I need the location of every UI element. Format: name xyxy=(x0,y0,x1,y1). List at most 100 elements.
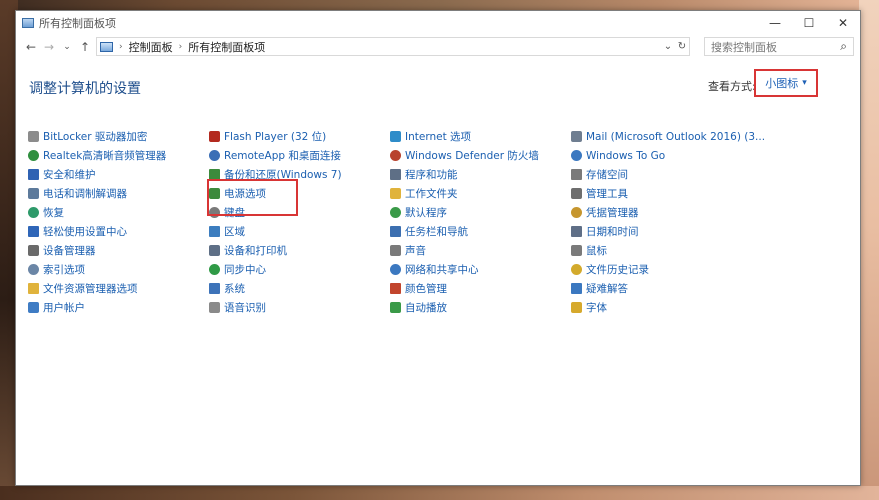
mouse-icon xyxy=(571,245,582,256)
control-panel-item[interactable]: 电话和调制解调器 xyxy=(28,184,208,203)
control-panel-item[interactable]: 程序和功能 xyxy=(390,165,570,184)
control-panel-item[interactable]: 设备和打印机 xyxy=(209,241,389,260)
control-panel-item[interactable]: Flash Player (32 位) xyxy=(209,127,389,146)
control-panel-item[interactable]: 语音识别 xyxy=(209,298,389,317)
control-panel-item[interactable]: 网络和共享中心 xyxy=(390,260,570,279)
user-accounts-icon xyxy=(28,302,39,313)
items-column: BitLocker 驱动器加密 Realtek高清晰音频管理器安全和维护电话和调制… xyxy=(28,127,208,317)
control-panel-item-label: 设备和打印机 xyxy=(224,245,287,257)
device-manager-icon xyxy=(28,245,39,256)
network-icon xyxy=(390,264,401,275)
control-panel-item[interactable]: 日期和时间 xyxy=(571,222,751,241)
programs-icon xyxy=(390,169,401,180)
address-box[interactable]: › 控制面板 › 所有控制面板项 ⌄ ↻ xyxy=(96,37,690,56)
indexing-icon xyxy=(28,264,39,275)
control-panel-item-label: 同步中心 xyxy=(224,264,266,276)
control-panel-item[interactable]: 设备管理器 xyxy=(28,241,208,260)
breadcrumb-separator-icon: › xyxy=(119,41,123,52)
work-folders-icon xyxy=(390,188,401,199)
mail-icon xyxy=(571,131,582,142)
control-panel-item-label: 电话和调制解调器 xyxy=(43,188,127,200)
control-panel-item[interactable]: 凭据管理器 xyxy=(571,203,751,222)
admin-tools-icon xyxy=(571,188,582,199)
control-panel-item[interactable]: 管理工具 xyxy=(571,184,751,203)
printer-icon xyxy=(209,245,220,256)
default-programs-icon xyxy=(390,207,401,218)
view-by-value: 小图标 xyxy=(765,77,799,90)
storage-spaces-icon xyxy=(571,169,582,180)
control-panel-item-label: 疑难解答 xyxy=(586,283,628,295)
realtek-icon xyxy=(28,150,39,161)
control-panel-item[interactable]: Mail (Microsoft Outlook 2016) (3... xyxy=(571,127,765,146)
control-panel-item-label: 轻松使用设置中心 xyxy=(43,226,127,238)
control-panel-item[interactable]: 字体 xyxy=(571,298,751,317)
control-panel-item[interactable]: 工作文件夹 xyxy=(390,184,570,203)
view-by-label: 查看方式: xyxy=(708,78,756,94)
control-panel-item-label: Realtek高清晰音频管理器 xyxy=(43,150,167,162)
control-panel-item[interactable]: 索引选项 xyxy=(28,260,208,279)
control-panel-item-label: 设备管理器 xyxy=(43,245,96,257)
view-by-dropdown[interactable]: 小图标 ▾ xyxy=(754,69,818,97)
maximize-button[interactable]: ☐ xyxy=(792,11,826,35)
control-panel-item[interactable]: Windows Defender 防火墙 xyxy=(390,146,570,165)
fonts-icon xyxy=(571,302,582,313)
control-panel-item[interactable]: Windows To Go xyxy=(571,146,751,165)
control-panel-item-label: 语音识别 xyxy=(224,302,266,314)
search-icon[interactable]: ⌕ xyxy=(840,39,847,54)
autoplay-icon xyxy=(390,302,401,313)
breadcrumb-control-panel[interactable]: 控制面板 xyxy=(129,39,173,55)
search-input[interactable]: 搜索控制面板 ⌕ xyxy=(704,37,854,56)
control-panel-item[interactable]: 系统 xyxy=(209,279,389,298)
control-panel-icon xyxy=(22,18,34,28)
control-panel-item[interactable]: 自动播放 xyxy=(390,298,570,317)
address-dropdown-chevron-icon[interactable]: ⌄ xyxy=(661,41,675,52)
control-panel-item-label: 程序和功能 xyxy=(405,169,458,181)
desktop-background-right xyxy=(859,0,879,500)
control-panel-item[interactable]: 文件历史记录 xyxy=(571,260,751,279)
control-panel-item[interactable]: Internet 选项 xyxy=(390,127,570,146)
up-arrow-icon[interactable]: ↑ xyxy=(76,37,94,57)
control-panel-item-label: 自动播放 xyxy=(405,302,447,314)
title-bar: 所有控制面板项 — ☐ ✕ xyxy=(16,11,860,35)
back-arrow-icon[interactable]: ← xyxy=(22,37,40,57)
control-panel-item[interactable]: 存储空间 xyxy=(571,165,751,184)
minimize-button[interactable]: — xyxy=(758,11,792,35)
control-panel-item[interactable]: Realtek高清晰音频管理器 xyxy=(28,146,208,165)
control-panel-item-label: 默认程序 xyxy=(405,207,447,219)
control-panel-item[interactable]: RemoteApp 和桌面连接 xyxy=(209,146,389,165)
desktop-background-bottom xyxy=(0,486,879,500)
system-icon xyxy=(209,283,220,294)
file-history-icon xyxy=(571,264,582,275)
control-panel-item[interactable]: 恢复 xyxy=(28,203,208,222)
troubleshooting-icon xyxy=(571,283,582,294)
control-panel-item-label: 恢复 xyxy=(43,207,64,219)
recovery-icon xyxy=(28,207,39,218)
control-panel-item[interactable]: 轻松使用设置中心 xyxy=(28,222,208,241)
control-panel-item[interactable]: 声音 xyxy=(390,241,570,260)
control-panel-item[interactable]: 安全和维护 xyxy=(28,165,208,184)
control-panel-item[interactable]: 文件资源管理器选项 xyxy=(28,279,208,298)
forward-arrow-icon[interactable]: → xyxy=(40,37,58,57)
control-panel-item-label: 任务栏和导航 xyxy=(405,226,468,238)
control-panel-item-label: 管理工具 xyxy=(586,188,628,200)
control-panel-item-label: 网络和共享中心 xyxy=(405,264,479,276)
control-panel-item[interactable]: 用户帐户 xyxy=(28,298,208,317)
close-button[interactable]: ✕ xyxy=(826,11,860,35)
items-column: Flash Player (32 位) RemoteApp 和桌面连接 备份和还原(… xyxy=(209,127,389,317)
refresh-icon[interactable]: ↻ xyxy=(675,41,689,52)
control-panel-item[interactable]: 鼠标 xyxy=(571,241,751,260)
search-placeholder: 搜索控制面板 xyxy=(711,40,777,54)
microphone-icon xyxy=(209,302,220,313)
control-panel-item[interactable]: 任务栏和导航 xyxy=(390,222,570,241)
control-panel-item[interactable]: 默认程序 xyxy=(390,203,570,222)
breadcrumb-all-items[interactable]: 所有控制面板项 xyxy=(188,39,265,55)
recent-locations-chevron-icon[interactable]: ⌄ xyxy=(58,37,76,57)
control-panel-item-label: 声音 xyxy=(405,245,426,257)
control-panel-item[interactable]: BitLocker 驱动器加密 xyxy=(28,127,208,146)
control-panel-item[interactable]: 区域 xyxy=(209,222,389,241)
control-panel-item[interactable]: 同步中心 xyxy=(209,260,389,279)
firewall-icon xyxy=(390,150,401,161)
control-panel-item[interactable]: 颜色管理 xyxy=(390,279,570,298)
control-panel-item[interactable]: 疑难解答 xyxy=(571,279,751,298)
control-panel-item-label: 鼠标 xyxy=(586,245,607,257)
